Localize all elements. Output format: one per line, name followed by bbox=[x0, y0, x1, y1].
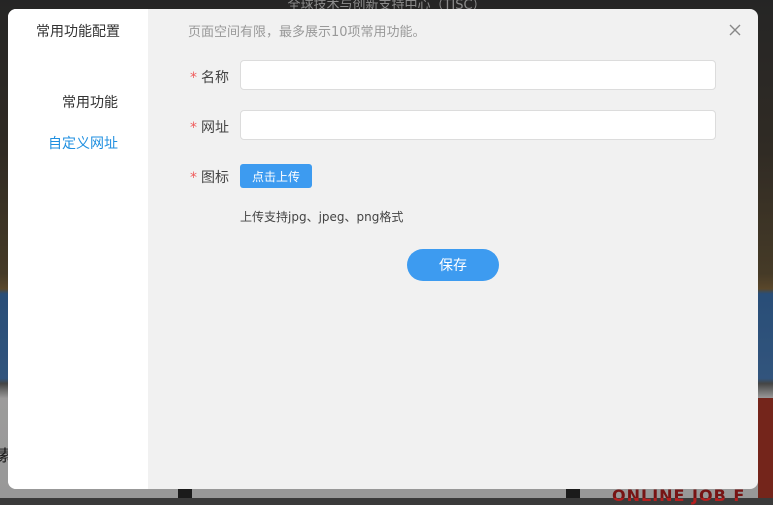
url-label-text: 网址 bbox=[201, 120, 229, 136]
sidebar-item-common-functions[interactable]: 常用功能 bbox=[62, 92, 118, 112]
sidebar-title: 常用功能配置 bbox=[36, 21, 120, 41]
save-button[interactable]: 保存 bbox=[407, 249, 499, 281]
required-mark: * bbox=[190, 70, 197, 86]
icon-label-text: 图标 bbox=[201, 170, 229, 186]
upload-format-note: 上传支持jpg、jpeg、png格式 bbox=[240, 208, 403, 225]
required-mark: * bbox=[190, 170, 197, 186]
config-dialog: 常用功能配置 常用功能 自定义网址 页面空间有限，最多展示10项常用功能。 *名… bbox=[8, 9, 758, 489]
sidebar-item-custom-url[interactable]: 自定义网址 bbox=[48, 133, 118, 153]
required-mark: * bbox=[190, 120, 197, 136]
hint-text: 页面空间有限，最多展示10项常用功能。 bbox=[188, 21, 426, 40]
url-input[interactable] bbox=[240, 110, 716, 140]
url-label: *网址 bbox=[190, 117, 240, 137]
name-label-text: 名称 bbox=[201, 70, 229, 86]
close-icon[interactable] bbox=[728, 23, 742, 37]
dialog-sidebar: 常用功能配置 常用功能 自定义网址 bbox=[8, 9, 148, 489]
dialog-main: 页面空间有限，最多展示10项常用功能。 *名称 *网址 *图标 点击上传 上传支… bbox=[148, 9, 758, 489]
name-input[interactable] bbox=[240, 60, 716, 90]
icon-label: *图标 bbox=[190, 167, 240, 187]
upload-button[interactable]: 点击上传 bbox=[240, 164, 312, 188]
name-label: *名称 bbox=[190, 67, 240, 87]
